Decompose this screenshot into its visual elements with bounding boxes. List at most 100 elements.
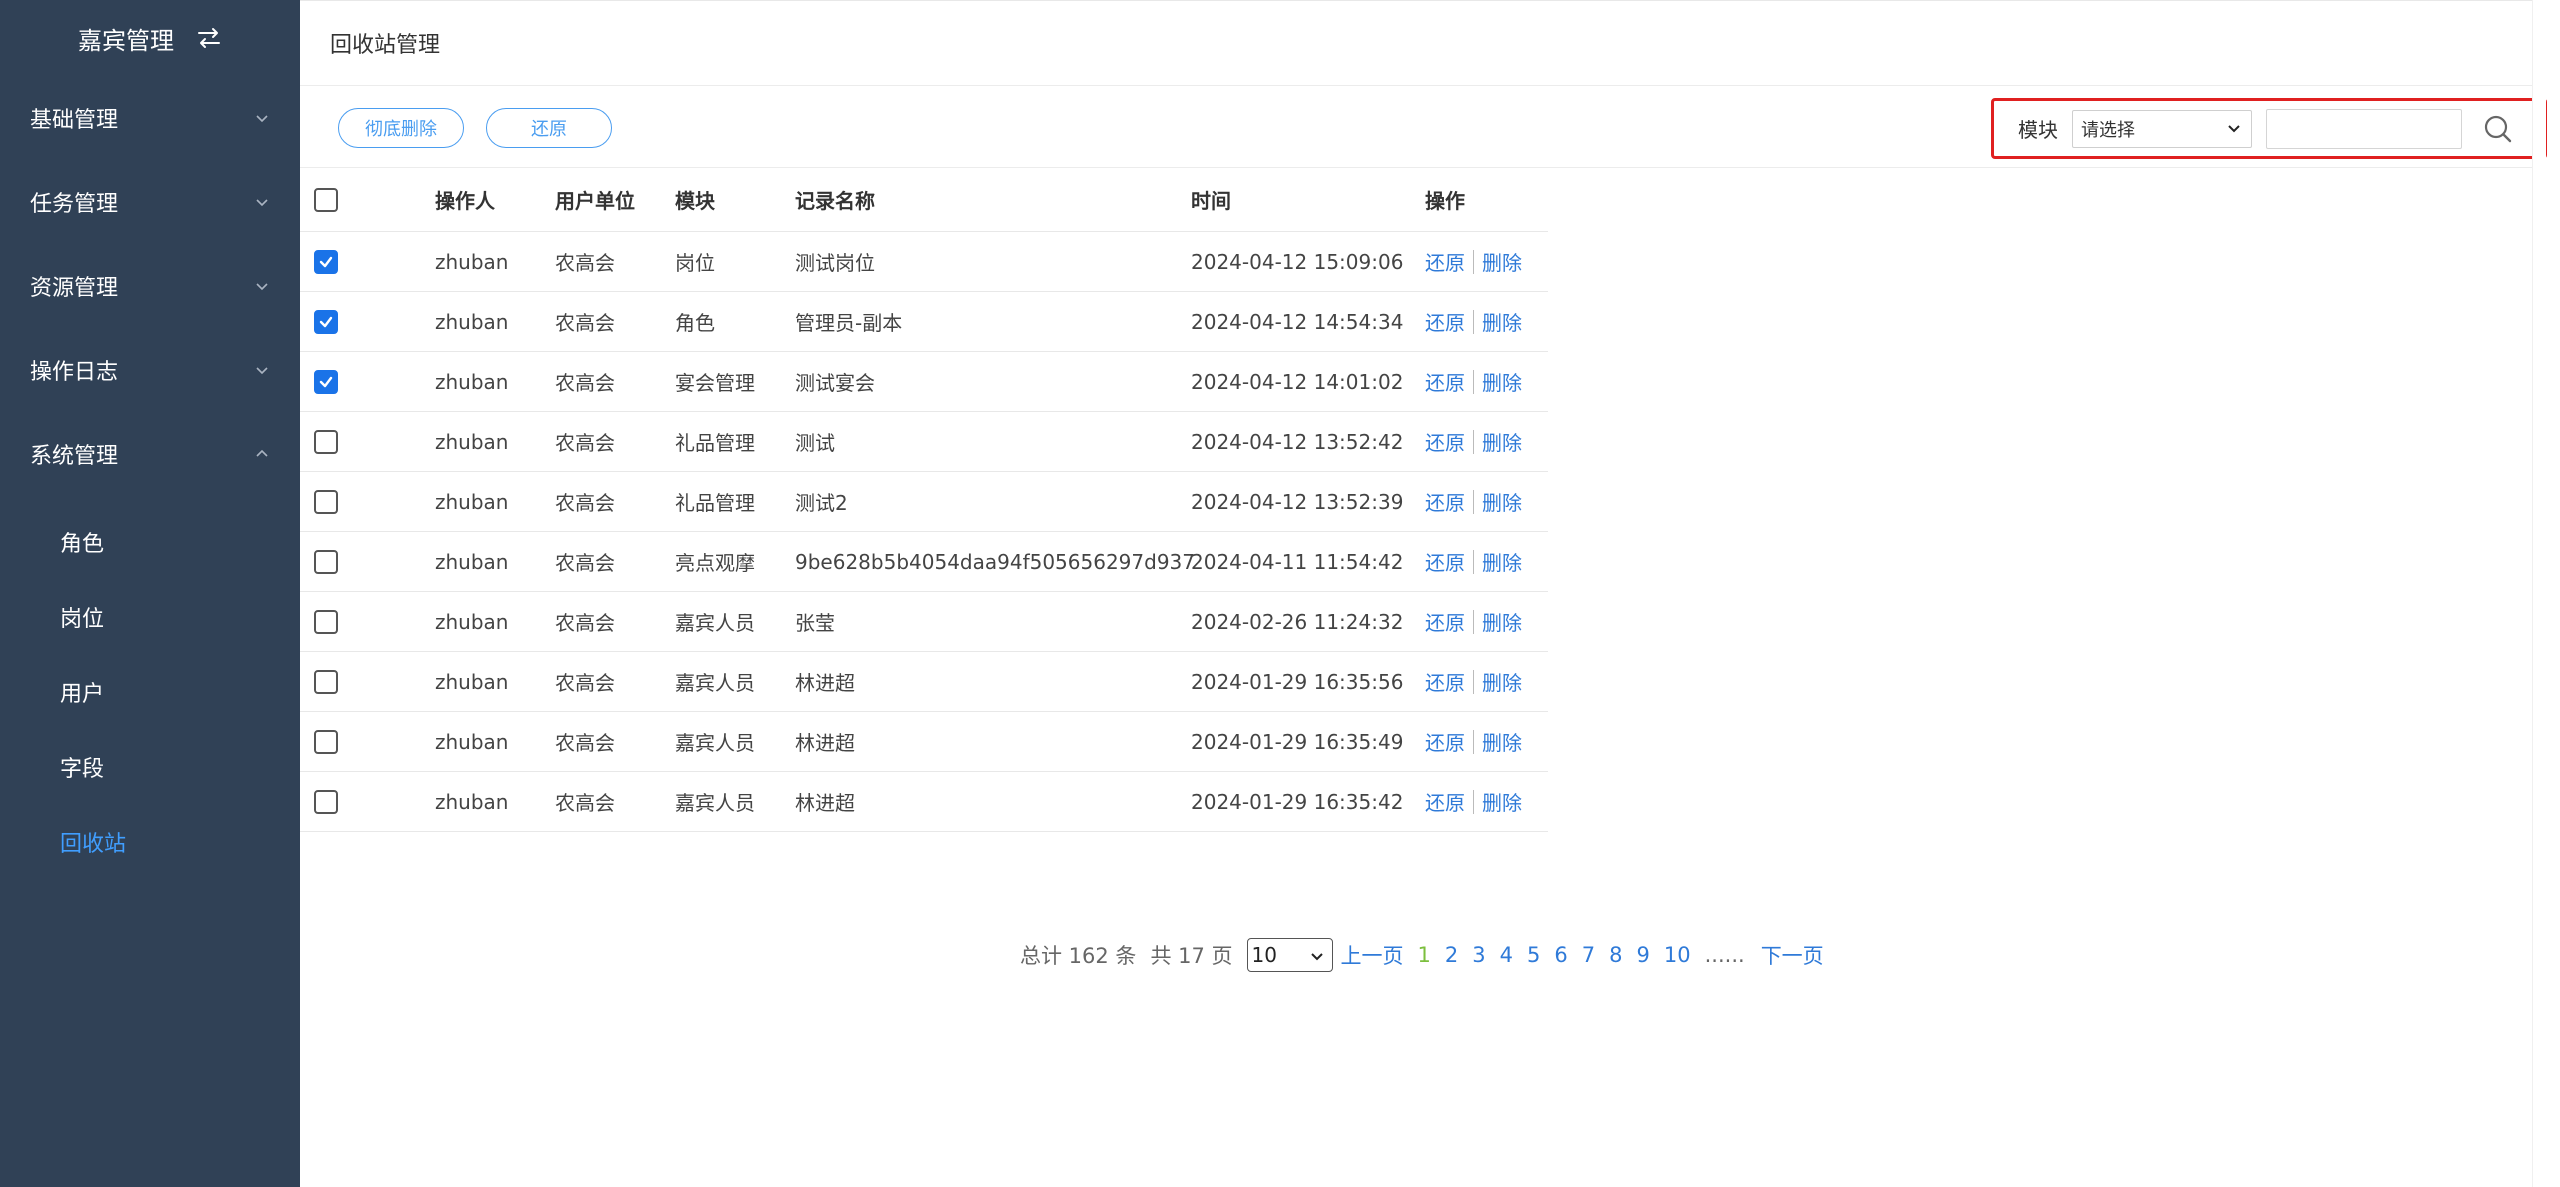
- divider: [1473, 609, 1474, 634]
- row-checkbox[interactable]: [314, 669, 338, 694]
- menu-resource[interactable]: 资源管理: [0, 244, 300, 328]
- row-restore-link[interactable]: 还原: [1425, 367, 1465, 396]
- row-restore-link[interactable]: 还原: [1425, 427, 1465, 456]
- menu-label: 任务管理: [30, 192, 119, 217]
- page-link[interactable]: 2: [1445, 943, 1458, 967]
- search-icon[interactable]: [2480, 111, 2516, 147]
- cell-record-name: 张莹: [795, 611, 835, 635]
- cell-module: 宴会管理: [675, 371, 755, 395]
- cell-module: 嘉宾人员: [675, 611, 755, 635]
- row-checkbox[interactable]: [314, 249, 338, 274]
- filter-box: 模块 请选择: [1991, 98, 2547, 159]
- cell-operator: zhuban: [435, 549, 509, 574]
- row-restore-link[interactable]: 还原: [1425, 607, 1465, 636]
- cell-module: 礼品管理: [675, 491, 755, 515]
- cell-operator: zhuban: [435, 369, 509, 394]
- scrollbar[interactable]: [2532, 0, 2546, 1187]
- row-checkbox[interactable]: [314, 609, 338, 634]
- page-link[interactable]: 3: [1472, 943, 1485, 967]
- sub-label: 回收站: [60, 831, 127, 857]
- next-page-link[interactable]: 下一页: [1761, 940, 1824, 970]
- sidebar-item-field[interactable]: 字段: [0, 729, 300, 804]
- row-delete-link[interactable]: 删除: [1482, 367, 1522, 396]
- total-pages: 共 17 页: [1150, 944, 1233, 968]
- chevron-up-icon: [254, 446, 270, 462]
- page-size-select[interactable]: 10: [1246, 938, 1333, 972]
- table-row: zhuban 农高会 嘉宾人员 林进超 2024-01-29 16:35:42 还原 删除: [300, 772, 1548, 832]
- cell-record-name: 林进超: [795, 791, 855, 815]
- header-unit: 用户单位: [555, 189, 635, 213]
- row-delete-link[interactable]: 删除: [1482, 727, 1522, 756]
- cell-unit: 农高会: [555, 551, 615, 575]
- sidebar-item-role[interactable]: 角色: [0, 504, 300, 579]
- restore-button[interactable]: 还原: [486, 108, 612, 148]
- menu-log[interactable]: 操作日志: [0, 328, 300, 412]
- page-link[interactable]: 7: [1582, 943, 1595, 967]
- cell-operator: zhuban: [435, 489, 509, 514]
- row-restore-link[interactable]: 还原: [1425, 247, 1465, 276]
- row-checkbox[interactable]: [314, 789, 338, 814]
- cell-record-name: 林进超: [795, 731, 855, 755]
- row-delete-link[interactable]: 删除: [1482, 247, 1522, 276]
- row-delete-link[interactable]: 删除: [1482, 487, 1522, 516]
- page-link[interactable]: 8: [1609, 943, 1622, 967]
- chevron-down-icon: [254, 194, 270, 210]
- row-restore-link[interactable]: 还原: [1425, 487, 1465, 516]
- row-restore-link[interactable]: 还原: [1425, 307, 1465, 336]
- row-checkbox[interactable]: [314, 489, 338, 514]
- row-delete-link[interactable]: 删除: [1482, 547, 1522, 576]
- prev-page-link[interactable]: 上一页: [1341, 940, 1404, 970]
- page-link[interactable]: 10: [1664, 943, 1691, 967]
- cell-record-name: 测试: [795, 431, 835, 455]
- cell-time: 2024-04-11 11:54:42: [1191, 549, 1404, 574]
- divider: [1473, 549, 1474, 574]
- row-restore-link[interactable]: 还原: [1425, 787, 1465, 816]
- sidebar-item-post[interactable]: 岗位: [0, 579, 300, 654]
- row-delete-link[interactable]: 删除: [1482, 607, 1522, 636]
- cell-operator: zhuban: [435, 789, 509, 814]
- select-all-checkbox[interactable]: [314, 187, 338, 212]
- row-checkbox[interactable]: [314, 429, 338, 454]
- page-link[interactable]: 1: [1418, 943, 1431, 967]
- search-input[interactable]: [2266, 108, 2462, 149]
- row-restore-link[interactable]: 还原: [1425, 667, 1465, 696]
- cell-unit: 农高会: [555, 611, 615, 635]
- row-delete-link[interactable]: 删除: [1482, 667, 1522, 696]
- sub-label: 岗位: [60, 606, 105, 632]
- sidebar-brand: 嘉宾管理: [0, 0, 300, 76]
- recycle-table: 操作人 用户单位 模块 记录名称 时间 操作 zhuban 农高会 岗位 测试岗位 20…: [300, 168, 1548, 832]
- menu-system[interactable]: 系统管理: [0, 412, 300, 496]
- permanent-delete-button[interactable]: 彻底删除: [338, 108, 464, 148]
- table-row: zhuban 农高会 礼品管理 测试 2024-04-12 13:52:42 还原 删除: [300, 412, 1548, 472]
- page-link[interactable]: 9: [1637, 943, 1650, 967]
- page-link[interactable]: 4: [1500, 943, 1513, 967]
- sidebar-item-user[interactable]: 用户: [0, 654, 300, 729]
- cell-unit: 农高会: [555, 491, 615, 515]
- row-delete-link[interactable]: 删除: [1482, 307, 1522, 336]
- cell-time: 2024-02-26 11:24:32: [1191, 609, 1404, 634]
- cell-actions: 还原 删除: [1425, 592, 1522, 651]
- menu-label: 操作日志: [30, 360, 119, 385]
- pagination: 总计 162 条 共 17 页 10 上一页 1 2 3 4 5 6 7 8 9 10 .....…: [1020, 938, 1838, 972]
- chevron-down-icon: [1310, 943, 1324, 967]
- row-restore-link[interactable]: 还原: [1425, 727, 1465, 756]
- row-checkbox[interactable]: [314, 309, 338, 334]
- cell-time: 2024-04-12 14:01:02: [1191, 369, 1404, 394]
- row-checkbox[interactable]: [314, 369, 338, 394]
- cell-actions: 还原 删除: [1425, 772, 1522, 831]
- page-link[interactable]: 5: [1527, 943, 1540, 967]
- row-delete-link[interactable]: 删除: [1482, 787, 1522, 816]
- module-select[interactable]: 请选择: [2072, 109, 2252, 148]
- pagination-ellipsis: ......: [1704, 943, 1745, 967]
- cell-record-name: 测试宴会: [795, 371, 875, 395]
- menu-task[interactable]: 任务管理: [0, 160, 300, 244]
- row-checkbox[interactable]: [314, 549, 338, 574]
- row-delete-link[interactable]: 删除: [1482, 427, 1522, 456]
- sidebar-item-recycle[interactable]: 回收站: [0, 804, 300, 879]
- row-restore-link[interactable]: 还原: [1425, 547, 1465, 576]
- toggle-sidebar-icon[interactable]: [196, 27, 222, 49]
- row-checkbox[interactable]: [314, 729, 338, 754]
- menu-basic[interactable]: 基础管理: [0, 76, 300, 160]
- table-row: zhuban 农高会 礼品管理 测试2 2024-04-12 13:52:39 还原 删除: [300, 472, 1548, 532]
- page-link[interactable]: 6: [1554, 943, 1567, 967]
